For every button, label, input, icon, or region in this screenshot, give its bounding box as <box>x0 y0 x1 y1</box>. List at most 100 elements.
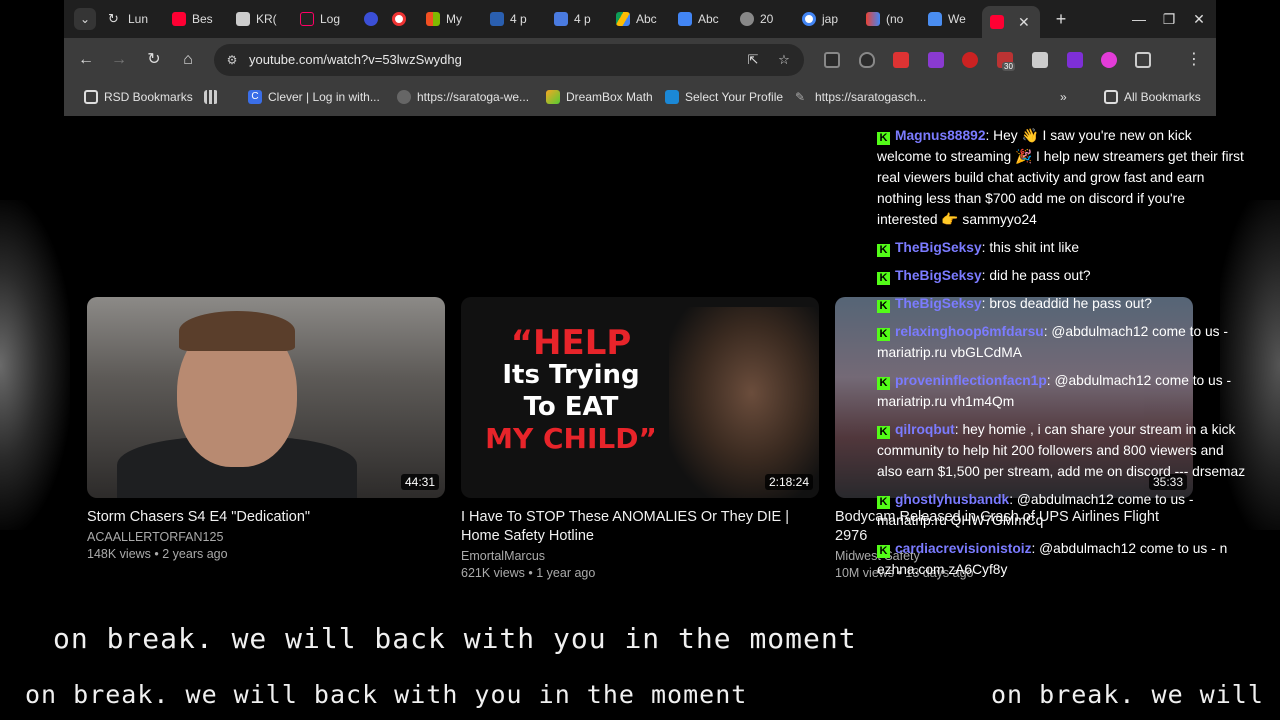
tab-15[interactable]: We <box>928 6 988 32</box>
tab-10[interactable]: Abc <box>616 6 676 32</box>
tab-14[interactable]: (no <box>866 6 926 32</box>
ticker-text: on break. we will <box>991 680 1264 709</box>
bookmark-label: Clever | Log in with... <box>268 90 380 104</box>
record-icon <box>392 12 406 26</box>
chat-message: K Magnus88892: Hey 👋 I saw you're new on … <box>877 128 1244 227</box>
chat-text: this shit int like <box>989 240 1080 255</box>
docs-icon <box>678 12 692 26</box>
purple-extension-icon[interactable] <box>928 52 944 68</box>
tab-7[interactable]: My <box>426 6 486 32</box>
site-info-icon[interactable]: ⚙ <box>224 52 240 68</box>
bookmark-dreambox[interactable]: DreamBox Math <box>546 90 653 104</box>
bookmark-apps[interactable] <box>204 90 218 104</box>
tab-11[interactable]: Abc <box>678 6 738 32</box>
tab-label: 20 <box>760 12 774 26</box>
chat-username: qilroqbut <box>895 422 955 437</box>
record-extension-icon[interactable] <box>962 52 978 68</box>
tab-1[interactable]: ↻ Lun <box>108 6 168 32</box>
bookmark-rsd[interactable]: RSD Bookmarks <box>84 90 193 104</box>
tab-2[interactable]: Bes <box>172 6 232 32</box>
lock-icon <box>928 12 942 26</box>
thumbnail-hair <box>179 311 295 351</box>
grid-extension-icon[interactable] <box>1032 52 1048 68</box>
gmail-icon <box>866 12 880 26</box>
tab-label: My <box>446 12 462 26</box>
url-text[interactable]: youtube.com/watch?v=53lwzSwydhg <box>249 52 462 67</box>
tab-6[interactable] <box>392 6 422 32</box>
home-button[interactable]: ⌂ <box>176 48 200 72</box>
back-button[interactable]: ← <box>74 48 98 72</box>
video-title[interactable]: Storm Chasers S4 E4 "Dedication" <box>87 508 447 527</box>
minimize-button[interactable]: — <box>1124 6 1154 32</box>
tab-active-youtube[interactable]: ✕ <box>982 6 1040 38</box>
bookmark-saratoga-we[interactable]: https://saratoga-we... <box>397 90 529 104</box>
qr-icon <box>236 12 250 26</box>
clever-icon: C <box>248 90 262 104</box>
video-card[interactable]: “HELP Its Trying To EAT MY CHILD” 2:18:2… <box>461 297 821 580</box>
pink-extension-icon[interactable] <box>1101 52 1117 68</box>
puzzle-extensions-icon[interactable] <box>1135 52 1151 68</box>
video-channel[interactable]: ACAALLERTORFAN125 <box>87 530 447 544</box>
bookmark-clever[interactable]: C Clever | Log in with... <box>248 90 380 104</box>
tab-9[interactable]: 4 p <box>554 6 614 32</box>
apps-grid-icon <box>204 90 218 104</box>
more-bookmarks-button[interactable]: » <box>1060 90 1067 104</box>
tab-13[interactable]: jap <box>802 6 862 32</box>
chat-message: Krelaxinghoop6mfdarsu: @abdulmach12 come… <box>877 324 1228 360</box>
thumbnail-text-line: “HELP <box>510 323 632 363</box>
close-tab-icon[interactable]: ✕ <box>1018 14 1030 31</box>
chat-text: did he pass out? <box>989 268 1091 283</box>
reload-button[interactable]: ↻ <box>142 48 166 72</box>
video-thumbnail[interactable]: “HELP Its Trying To EAT MY CHILD” 2:18:2… <box>461 297 819 498</box>
video-thumbnail[interactable]: 44:31 <box>87 297 445 498</box>
k-extension-icon[interactable] <box>1067 52 1083 68</box>
new-tab-button[interactable]: + <box>1049 6 1073 32</box>
globe-icon <box>397 90 411 104</box>
tab-strip: ⌄ ↻ Lun Bes KR( Log My 4 p 4 p Abc Abc 2… <box>64 0 1216 38</box>
menu-kebab-icon[interactable]: ⋮ <box>1182 48 1206 72</box>
shield-extension-icon[interactable] <box>824 52 840 68</box>
kick-icon: K <box>877 377 890 390</box>
video-title[interactable]: I Have To STOP These ANOMALIES Or They D… <box>461 508 821 546</box>
bookmark-star-icon[interactable]: ☆ <box>775 51 793 69</box>
chat-message: K TheBigSeksy: did he pass out? <box>877 265 1249 286</box>
tab-8[interactable]: 4 p <box>490 6 550 32</box>
bookmark-label: RSD Bookmarks <box>104 90 193 104</box>
globe-icon <box>740 12 754 26</box>
install-app-icon[interactable]: ⇱ <box>744 51 762 69</box>
chat-username: TheBigSeksy <box>895 296 982 311</box>
video-channel[interactable]: EmortalMarcus <box>461 549 821 563</box>
tab-label: 4 p <box>510 12 527 26</box>
browser-window: ⌄ ↻ Lun Bes KR( Log My 4 p 4 p Abc Abc 2… <box>64 0 1216 116</box>
kick-icon: K <box>877 496 890 509</box>
red-extension-icon[interactable] <box>893 52 909 68</box>
drive-icon <box>616 12 630 26</box>
scrolling-ticker: on break. we will back with you in the m… <box>0 680 1280 710</box>
tab-3[interactable]: KR( <box>236 6 296 32</box>
tab-5[interactable] <box>364 6 394 32</box>
chat-message: Kghostlyhusbandk: @abdulmach12 come to u… <box>877 492 1194 528</box>
kick-icon: K <box>877 244 890 257</box>
chat-username: Magnus88892 <box>895 128 986 143</box>
microsoft-icon <box>426 12 440 26</box>
bookmark-saratogasch[interactable]: ✎ https://saratogasch... <box>795 90 926 104</box>
tab-search-button[interactable]: ⌄ <box>74 8 96 30</box>
shield-outline-extension-icon[interactable] <box>859 52 875 68</box>
video-card[interactable]: 44:31 Storm Chasers S4 E4 "Dedication" A… <box>87 297 447 561</box>
restore-button[interactable]: ❐ <box>1154 6 1184 32</box>
close-window-button[interactable]: ✕ <box>1184 6 1214 32</box>
all-bookmarks-button[interactable]: All Bookmarks <box>1104 90 1201 104</box>
address-bar[interactable]: ⚙ youtube.com/watch?v=53lwzSwydhg ⇱ ☆ <box>214 44 804 76</box>
dreambox-icon <box>546 90 560 104</box>
video-duration: 2:18:24 <box>764 474 813 490</box>
google-icon <box>802 12 816 26</box>
chat-username: TheBigSeksy <box>895 268 982 283</box>
bookmark-select-profile[interactable]: Select Your Profile <box>665 90 783 104</box>
r-icon <box>364 12 378 26</box>
tab-12[interactable]: 20 <box>740 6 800 32</box>
forward-button[interactable]: → <box>107 48 131 72</box>
tab-4[interactable]: Log <box>300 6 360 32</box>
bookmark-label: https://saratoga-we... <box>417 90 530 104</box>
tab-label: Lun <box>128 12 149 26</box>
kick-icon: K <box>877 328 890 341</box>
